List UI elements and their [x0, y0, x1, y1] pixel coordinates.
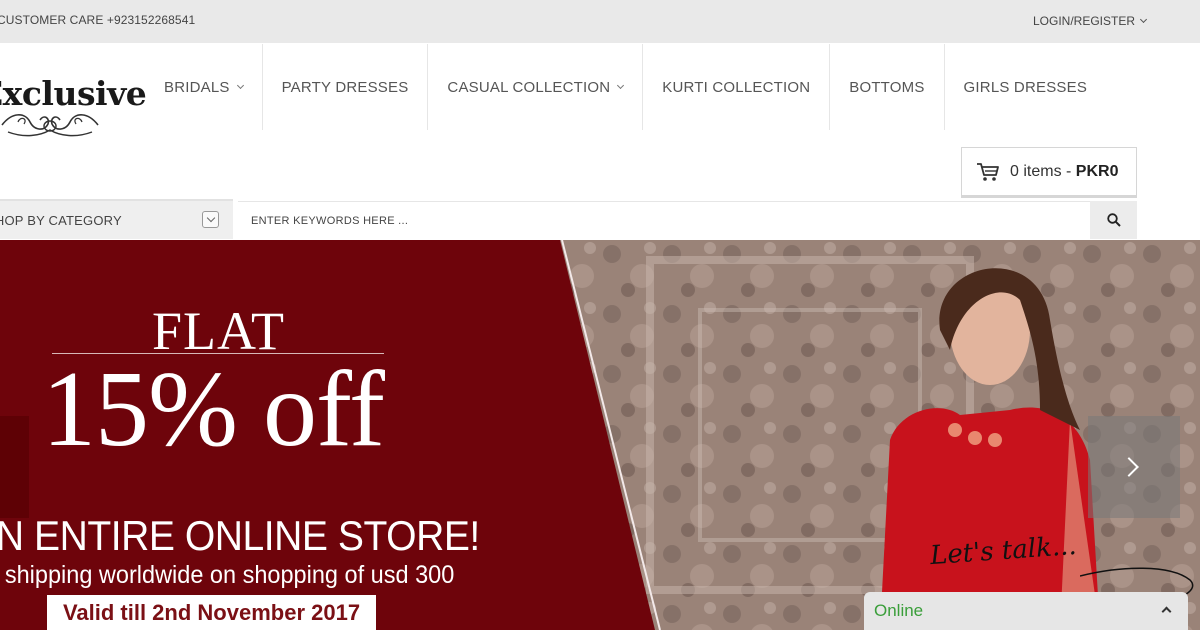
login-register-link[interactable]: LOGIN/REGISTER	[1033, 14, 1148, 28]
banner-headline: ON ENTIRE ONLINE STORE!	[0, 512, 480, 559]
banner-shipping-text: Free shipping worldwide on shopping of u…	[0, 561, 455, 589]
banner-validity-text: Valid till 2nd November 2017	[62, 599, 361, 625]
chat-status-text: Online	[874, 601, 924, 620]
main-nav: BRIDALS PARTY DRESSES CASUAL COLLECTION …	[145, 44, 1106, 130]
chevron-down-icon	[617, 81, 625, 90]
cart-text: 0 items - PKR0	[1010, 163, 1118, 181]
banner-validity-badge: Valid till 2nd November 2017	[47, 595, 376, 630]
chevron-down-icon	[1139, 15, 1148, 24]
hero-banner-slide[interactable]: FLAT 15% off ON ENTIRE ONLINE STORE! Fre…	[0, 240, 1200, 630]
login-register-label: LOGIN/REGISTER	[1033, 14, 1136, 28]
search-button[interactable]	[1090, 201, 1137, 239]
nav-item-bottoms[interactable]: BOTTOMS	[830, 44, 945, 130]
nav-item-label: GIRLS DRESSES	[963, 78, 1088, 96]
top-bar: CUSTOMER CARE +923152268541 LOGIN/REGIST…	[0, 0, 1200, 43]
chevron-right-icon	[1119, 457, 1139, 477]
nav-item-kurti-collection[interactable]: KURTI COLLECTION	[643, 44, 831, 130]
live-chat-widget[interactable]: Online	[864, 592, 1188, 630]
cart-amount: PKR0	[1075, 162, 1119, 180]
shop-by-category-dropdown[interactable]: SHOP BY CATEGORY	[0, 199, 233, 239]
nav-item-label: PARTY DRESSES	[281, 78, 409, 96]
cart-items-count: 0 items -	[1010, 162, 1076, 180]
logo-text: Exclusive	[0, 74, 147, 113]
nav-item-label: BOTTOMS	[849, 78, 925, 96]
banner-discount-text: 15% off	[42, 350, 385, 469]
cart-summary-button[interactable]: 0 items - PKR0	[961, 147, 1137, 198]
search-input[interactable]	[238, 202, 1090, 239]
category-label: SHOP BY CATEGORY	[0, 213, 122, 228]
site-logo[interactable]: Exclusive	[0, 70, 147, 140]
chevron-down-icon[interactable]	[202, 211, 219, 228]
chevron-down-icon	[236, 81, 244, 90]
nav-item-casual-collection[interactable]: CASUAL COLLECTION	[428, 44, 644, 130]
logo-ornament-icon	[1, 114, 99, 137]
customer-care-text: CUSTOMER CARE +923152268541	[0, 13, 196, 27]
search-icon	[1106, 213, 1121, 227]
search-field	[238, 201, 1090, 239]
nav-item-girls-dresses[interactable]: GIRLS DRESSES	[945, 44, 1106, 130]
nav-item-label: BRIDALS	[164, 78, 230, 96]
nav-item-party-dresses[interactable]: PARTY DRESSES	[263, 44, 429, 130]
nav-item-label: KURTI COLLECTION	[662, 78, 811, 96]
chevron-up-icon[interactable]	[1161, 606, 1172, 617]
cart-icon	[977, 162, 999, 181]
nav-item-bridals[interactable]: BRIDALS	[145, 44, 263, 130]
nav-item-label: CASUAL COLLECTION	[447, 78, 611, 96]
slider-next-button[interactable]	[1088, 416, 1180, 518]
slider-prev-button[interactable]	[0, 416, 29, 518]
